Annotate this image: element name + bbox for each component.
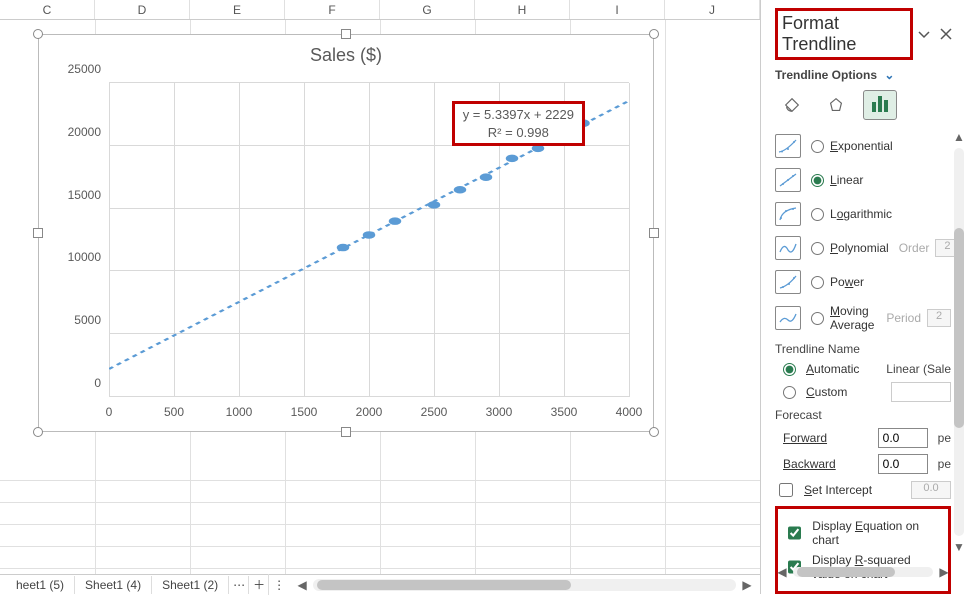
logarithmic-option[interactable]: Logarithmic [775,202,951,226]
sheet-tab[interactable]: Sheet1 (2) [152,576,229,594]
display-equation-checkbox[interactable]: Display Equation on chart [784,519,942,547]
power-option[interactable]: Power [775,270,951,294]
sheet-tab-bar: heet1 (5) Sheet1 (4) Sheet1 (2) ⋯ ＋ ⋮ ◀ … [0,574,760,594]
dropdown-icon[interactable]: ⌄ [881,68,894,82]
automatic-name-option[interactable]: Automatic Linear (Sale [783,362,951,376]
pane-title: Format Trendline [775,8,913,60]
pane-vertical-scrollbar[interactable]: ▲ ▼ [951,130,967,554]
collapse-pane-icon[interactable] [913,22,935,46]
exponential-option[interactable]: Exponential [775,134,951,158]
moving-average-option[interactable]: Moving Average Period2 [775,304,951,332]
polynomial-option[interactable]: Polynomial Order2 [775,236,951,260]
x-tick: 2500 [421,405,448,419]
sheet-tab[interactable]: heet1 (5) [6,576,75,594]
x-tick: 0 [106,405,113,419]
y-tick: 20000 [55,125,101,139]
y-tick: 10000 [55,250,101,264]
trendline-label[interactable]: y = 5.3397x + 2229 R² = 0.998 [452,101,585,146]
col-header-i[interactable]: I [570,0,665,19]
logarithmic-icon [775,202,801,226]
display-options-highlight: Display Equation on chart Display R-squa… [775,506,951,594]
scroll-right-icon[interactable]: ▶ [937,565,951,579]
x-tick: 1000 [226,405,253,419]
effects-tab-icon[interactable] [819,90,853,120]
pane-horizontal-scrollbar[interactable]: ◀ ▶ [775,564,951,580]
col-header-h[interactable]: H [475,0,570,19]
equation-text: y = 5.3397x + 2229 [463,106,574,124]
forward-row: Forward pe [783,428,951,448]
backward-row: Backward pe [783,454,951,474]
scroll-left-icon[interactable]: ◀ [775,565,789,579]
y-tick: 15000 [55,188,101,202]
more-sheets-button[interactable]: ⋯ [229,576,249,594]
x-tick: 500 [164,405,184,419]
intercept-input: 0.0 [911,481,951,499]
scroll-right-icon[interactable]: ▶ [740,578,754,592]
sheet-tab[interactable]: Sheet1 (4) [75,576,152,594]
linear-option[interactable]: Linear [775,168,951,192]
column-headers: C D E F G H I J [0,0,760,20]
x-tick: 1500 [291,405,318,419]
polynomial-icon [775,236,801,260]
y-tick: 5000 [55,313,101,327]
tab-separator: ⋮ [269,576,289,594]
forecast-section: Forecast [775,408,951,422]
power-icon [775,270,801,294]
horizontal-scrollbar[interactable]: ◀ ▶ [289,578,760,592]
r2-text: R² = 0.998 [463,124,574,142]
y-tick: 0 [55,376,101,390]
worksheet-area: C D E F G H I J [0,0,761,594]
automatic-name-value: Linear (Sale [886,362,951,376]
col-header-c[interactable]: C [0,0,95,19]
pane-subtitle[interactable]: Trendline Options ⌄ [761,64,971,84]
set-intercept-row[interactable]: Set Intercept 0.0 [775,480,951,500]
add-sheet-button[interactable]: ＋ [249,574,269,595]
scroll-left-icon[interactable]: ◀ [295,578,309,592]
backward-input[interactable] [878,454,928,474]
forward-unit: pe [938,431,951,445]
trendline-name-section: Trendline Name [775,342,951,356]
format-trendline-pane: Format Trendline Trendline Options ⌄ [761,0,971,594]
fill-line-tab-icon[interactable] [775,90,809,120]
col-header-f[interactable]: F [285,0,380,19]
col-header-j[interactable]: J [665,0,760,19]
col-header-g[interactable]: G [380,0,475,19]
linear-icon [775,168,801,192]
x-tick: 3000 [486,405,513,419]
forward-input[interactable] [878,428,928,448]
scroll-down-icon[interactable]: ▼ [953,540,965,554]
x-tick: 2000 [356,405,383,419]
moving-average-icon [775,306,801,330]
x-tick: 4000 [616,405,643,419]
scroll-up-icon[interactable]: ▲ [953,130,965,144]
trendline-options-tab-icon[interactable] [863,90,897,120]
chart-title[interactable]: Sales ($) [39,45,653,66]
x-tick: 3500 [551,405,578,419]
period-label: Period [886,311,921,325]
col-header-d[interactable]: D [95,0,190,19]
y-tick: 25000 [55,62,101,76]
col-header-e[interactable]: E [190,0,285,19]
order-label: Order [899,241,930,255]
exponential-icon [775,134,801,158]
close-pane-icon[interactable] [935,22,957,46]
chart-object[interactable]: Sales ($) 0 5 [38,34,654,432]
custom-name-option[interactable]: Custom [783,382,951,402]
custom-name-input[interactable] [891,382,951,402]
backward-unit: pe [938,457,951,471]
plot-area[interactable]: 0 5000 10000 15000 20000 25000 0 500 100… [109,83,629,397]
period-input: 2 [927,309,951,327]
